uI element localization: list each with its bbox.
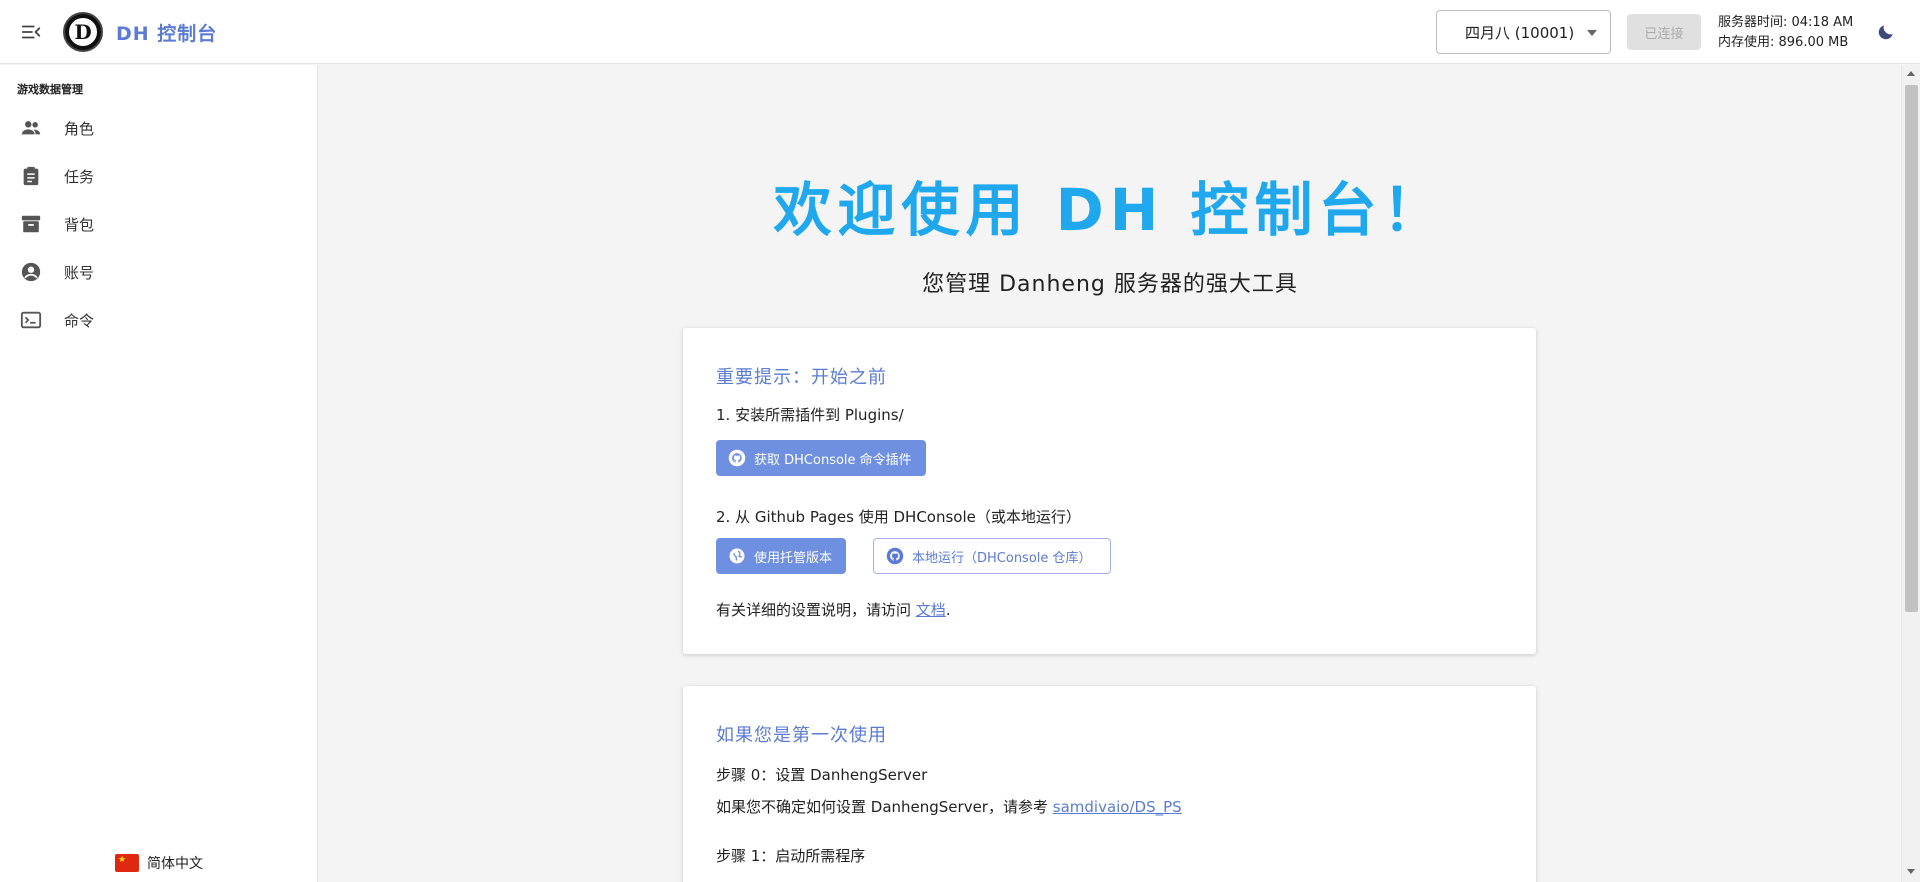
get-plugin-label: 获取 DHConsole 命令插件 [754, 452, 912, 468]
setup-step-2: 2. 从 Github Pages 使用 DHConsole（或本地运行） [716, 508, 1081, 526]
language-switcher[interactable]: ★ 简体中文 [115, 853, 203, 873]
setup-card: 重要提示：开始之前 1. 安装所需插件到 Plugins/ 获取 DHConso… [683, 328, 1536, 654]
terminal-icon [20, 311, 42, 329]
docs-link[interactable]: 文档 [916, 601, 946, 619]
hosted-version-button[interactable]: 使用托管版本 [716, 538, 847, 574]
docs-hint: 有关详细的设置说明，请访问 文档. [716, 599, 951, 620]
step-0-desc-text: 如果您不确定如何设置 DanhengServer，请参考 [716, 798, 1048, 816]
docs-prefix: 有关详细的设置说明，请访问 [716, 601, 912, 619]
welcome-heading: 欢迎使用 DH 控制台！ [773, 176, 1447, 244]
globe-icon [729, 548, 745, 564]
github-icon [886, 547, 904, 565]
sidebar-item-label: 命令 [64, 312, 95, 330]
first-time-card: 如果您是第一次使用 步骤 0：设置 DanhengServer 如果您不确定如何… [683, 686, 1536, 882]
sidebar-item-characters[interactable]: 角色 [0, 106, 318, 150]
setup-step-1: 1. 安装所需插件到 Plugins/ [716, 406, 904, 424]
connect-button[interactable]: 已连接 [1627, 14, 1701, 50]
server-select[interactable]: 四月八 (10001) [1436, 10, 1611, 54]
sidebar-item-account[interactable]: 账号 [0, 250, 318, 294]
clipboard-icon [23, 166, 39, 186]
github-icon [728, 449, 746, 467]
ds-ps-link[interactable]: samdivaio/DS_PS [1053, 798, 1182, 816]
menu-collapse-icon[interactable] [20, 21, 42, 43]
hosted-version-label: 使用托管版本 [754, 550, 833, 566]
language-label: 简体中文 [147, 856, 203, 872]
run-locally-label: 本地运行（DHConsole 仓库） [912, 550, 1092, 566]
main-content: 欢迎使用 DH 控制台！ 您管理 Danheng 服务器的强大工具 重要提示：开… [319, 65, 1901, 882]
server-info: 服务器时间: 04:18 AM 内存使用: 896.00 MB [1718, 13, 1853, 53]
sidebar: 游戏数据管理 角色 任务 背包 账号 命令 ★ 简体中文 [0, 65, 318, 882]
page-scrollbar[interactable] [1901, 65, 1920, 882]
app-title: DH 控制台 [116, 23, 218, 45]
sidebar-item-inventory[interactable]: 背包 [0, 202, 318, 246]
sidebar-section-title: 游戏数据管理 [17, 83, 83, 96]
app-header: D DH 控制台 四月八 (10001) 已连接 服务器时间: 04:18 AM… [0, 0, 1920, 64]
sidebar-item-label: 任务 [64, 168, 95, 186]
setup-card-title: 重要提示：开始之前 [716, 367, 887, 388]
logo-letter: D [67, 16, 99, 48]
sidebar-item-label: 角色 [64, 120, 95, 138]
first-time-card-title: 如果您是第一次使用 [716, 725, 887, 746]
get-plugin-button[interactable]: 获取 DHConsole 命令插件 [716, 440, 926, 476]
memory-usage: 内存使用: 896.00 MB [1718, 35, 1849, 50]
sidebar-item-label: 账号 [64, 264, 95, 282]
app-logo[interactable]: D [63, 12, 103, 52]
server-select-value: 四月八 (10001) [1465, 23, 1575, 42]
sidebar-item-command[interactable]: 命令 [0, 298, 318, 342]
step-0-description: 如果您不确定如何设置 DanhengServer，请参考 samdivaio/D… [716, 796, 1182, 817]
scroll-down-arrow-icon[interactable] [1907, 869, 1915, 874]
sidebar-item-tasks[interactable]: 任务 [0, 154, 318, 198]
step-1-title: 步骤 1：启动所需程序 [716, 847, 866, 865]
chevron-down-icon [1587, 30, 1597, 36]
sidebar-item-label: 背包 [64, 216, 95, 234]
server-time: 服务器时间: 04:18 AM [1718, 15, 1854, 30]
people-icon [21, 121, 41, 135]
step-0-title: 步骤 0：设置 DanhengServer [716, 766, 928, 784]
archive-icon [21, 215, 41, 233]
china-flag-icon: ★ [115, 854, 139, 872]
scroll-up-arrow-icon[interactable] [1907, 71, 1915, 76]
welcome-subtitle: 您管理 Danheng 服务器的强大工具 [922, 272, 1298, 297]
docs-suffix: . [945, 601, 951, 619]
run-locally-button[interactable]: 本地运行（DHConsole 仓库） [873, 538, 1111, 574]
scroll-thumb[interactable] [1905, 85, 1918, 612]
dark-mode-moon-icon[interactable] [1876, 22, 1896, 42]
account-circle-icon [21, 262, 41, 282]
